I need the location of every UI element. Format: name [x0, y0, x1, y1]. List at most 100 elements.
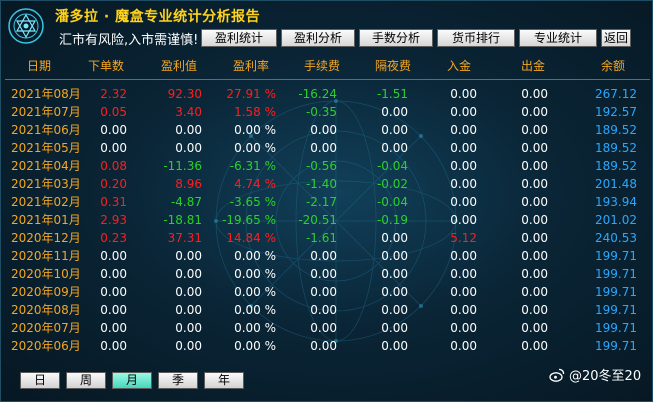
cell-withdrawal: 0.00: [521, 231, 548, 245]
cell-date: 2021年02月: [11, 195, 81, 209]
cell-withdrawal: 0.00: [521, 87, 548, 101]
cell-profit-rate: 27.91 %: [226, 87, 276, 101]
cell-deposit: 0.00: [450, 303, 477, 317]
cell-profit: 37.31: [167, 231, 202, 245]
cell-profit-rate: 0.00 %: [234, 321, 276, 335]
cell-deposit: 0.00: [450, 249, 477, 263]
cell-balance: 193.94: [595, 195, 637, 209]
cell-withdrawal: 0.00: [521, 249, 548, 263]
cell-profit: 0.00: [175, 339, 202, 353]
cell-orders: 0.20: [100, 177, 127, 191]
cell-orders: 0.05: [100, 105, 127, 119]
cell-profit: 92.30: [167, 87, 202, 101]
cell-withdrawal: 0.00: [521, 141, 548, 155]
cell-commission: 0.00: [310, 303, 337, 317]
cell-swap: 0.00: [381, 105, 408, 119]
cell-swap: 0.00: [381, 339, 408, 353]
cell-profit: 0.00: [175, 267, 202, 281]
weibo-icon: [549, 368, 565, 382]
tab-currency-ranking[interactable]: 货币排行: [437, 29, 515, 47]
cell-commission: 0.00: [310, 141, 337, 155]
period-button-year[interactable]: 年: [204, 372, 244, 389]
cell-commission: -1.61: [305, 231, 337, 245]
back-button[interactable]: 返回: [601, 29, 631, 47]
cell-date: 2020年10月: [11, 267, 81, 281]
cell-balance: 201.02: [595, 213, 637, 227]
table-body: 2021年08月 2.32 92.30 27.91 % -16.24 -1.51 0.00 0…: [1, 85, 653, 355]
col-orders: 下单数: [88, 59, 125, 73]
cell-deposit: 0.00: [450, 105, 477, 119]
cell-orders: 0.00: [100, 285, 127, 299]
cell-profit: 0.00: [175, 303, 202, 317]
cell-profit: -4.87: [170, 195, 202, 209]
cell-commission: 0.00: [310, 249, 337, 263]
cell-commission: -2.17: [305, 195, 337, 209]
cell-date: 2021年04月: [11, 159, 81, 173]
cell-profit: -18.81: [163, 213, 202, 227]
cell-profit-rate: 14.84 %: [226, 231, 276, 245]
cell-commission: -0.56: [305, 159, 337, 173]
col-deposit: 入金: [447, 59, 472, 73]
cell-profit-rate: 4.74 %: [234, 177, 276, 191]
tab-lot-analysis[interactable]: 手数分析: [359, 29, 433, 47]
period-button-day[interactable]: 日: [20, 372, 60, 389]
tab-bar: 盈利统计 盈利分析 手数分析 货币排行 专业统计 返回: [201, 29, 635, 47]
cell-balance: 240.53: [595, 231, 637, 245]
period-button-quarter[interactable]: 季: [158, 372, 198, 389]
table-row: 2020年07月 0.00 0.00 0.00 % 0.00 0.00 0.00 0.00 19…: [1, 319, 653, 337]
cell-commission: -1.40: [305, 177, 337, 191]
cell-swap: 0.00: [381, 123, 408, 137]
tab-profit-stats[interactable]: 盈利统计: [201, 29, 277, 47]
cell-balance: 201.48: [595, 177, 637, 191]
cell-profit-rate: 1.58 %: [234, 105, 276, 119]
tab-pro-stats[interactable]: 专业统计: [519, 29, 597, 47]
cell-orders: 0.00: [100, 267, 127, 281]
cell-withdrawal: 0.00: [521, 195, 548, 209]
cell-swap: -0.04: [376, 159, 408, 173]
cell-profit-rate: 0.00 %: [234, 339, 276, 353]
period-button-week[interactable]: 周: [66, 372, 106, 389]
cell-profit: 0.00: [175, 123, 202, 137]
table-row: 2020年12月 0.23 37.31 14.84 % -1.61 0.00 5.12 0.0…: [1, 229, 653, 247]
cell-profit-rate: 0.00 %: [234, 249, 276, 263]
cell-withdrawal: 0.00: [521, 159, 548, 173]
cell-orders: 0.23: [100, 231, 127, 245]
table-row: 2020年09月 0.00 0.00 0.00 % 0.00 0.00 0.00 0.00 19…: [1, 283, 653, 301]
cell-balance: 199.71: [595, 267, 637, 281]
cell-swap: 0.00: [381, 303, 408, 317]
cell-balance: 199.71: [595, 321, 637, 335]
header: 潘多拉 · 魔盒专业统计分析报告 汇市有风险,入市需谨慎! 盈利统计 盈利分析 …: [1, 1, 653, 51]
cell-balance: 192.57: [595, 105, 637, 119]
cell-balance: 199.71: [595, 285, 637, 299]
cell-withdrawal: 0.00: [521, 303, 548, 317]
cell-deposit: 0.00: [450, 285, 477, 299]
table-header: 日期 下单数 盈利值 盈利率 手续费 隔夜费 入金 出金 余额: [1, 56, 653, 76]
cell-withdrawal: 0.00: [521, 123, 548, 137]
cell-deposit: 0.00: [450, 141, 477, 155]
cell-deposit: 0.00: [450, 87, 477, 101]
cell-deposit: 5.12: [450, 231, 477, 245]
cell-swap: 0.00: [381, 285, 408, 299]
cell-profit: 3.40: [175, 105, 202, 119]
period-button-month[interactable]: 月: [112, 372, 152, 389]
cell-withdrawal: 0.00: [521, 321, 548, 335]
cell-orders: 0.08: [100, 159, 127, 173]
cell-orders: 0.31: [100, 195, 127, 209]
col-commission: 手续费: [304, 59, 341, 73]
watermark-text: @20冬至20: [569, 369, 642, 384]
cell-swap: -0.02: [376, 177, 408, 191]
cell-withdrawal: 0.00: [521, 267, 548, 281]
table-row: 2020年06月 0.00 0.00 0.00 % 0.00 0.00 0.00 0.00 19…: [1, 337, 653, 355]
col-balance: 余额: [601, 59, 626, 73]
cell-commission: -0.35: [305, 105, 337, 119]
col-date: 日期: [27, 59, 52, 73]
watermark: @20冬至20: [549, 365, 641, 384]
app-window: 潘多拉 · 魔盒专业统计分析报告 汇市有风险,入市需谨慎! 盈利统计 盈利分析 …: [0, 0, 653, 402]
app-title: 潘多拉 · 魔盒专业统计分析报告: [55, 9, 261, 25]
cell-orders: 0.00: [100, 339, 127, 353]
tab-profit-analysis[interactable]: 盈利分析: [281, 29, 355, 47]
cell-deposit: 0.00: [450, 339, 477, 353]
cell-date: 2020年08月: [11, 303, 81, 317]
cell-deposit: 0.00: [450, 195, 477, 209]
cell-balance: 199.71: [595, 303, 637, 317]
